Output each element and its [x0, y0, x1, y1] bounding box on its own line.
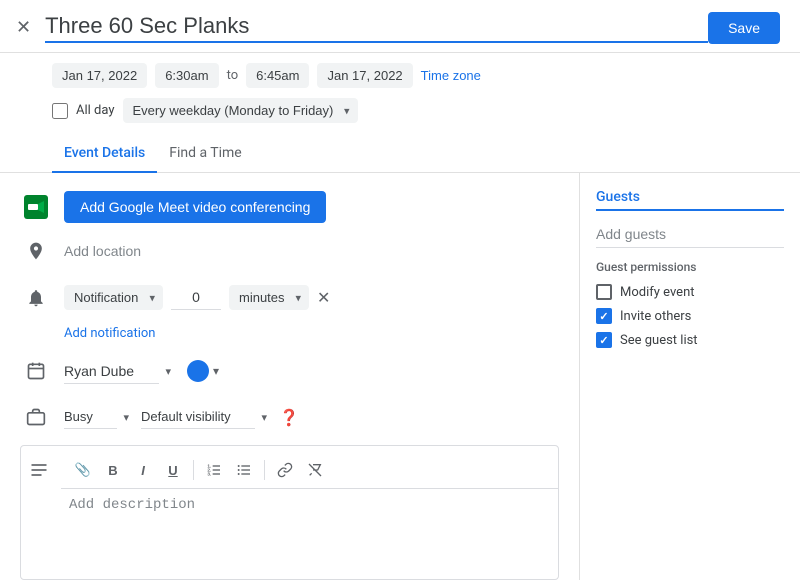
to-label: to — [227, 68, 239, 83]
link-button[interactable] — [271, 456, 299, 484]
notification-unit-select[interactable]: minutes — [229, 285, 309, 310]
briefcase-icon-area — [20, 401, 52, 433]
tab-find-time[interactable]: Find a Time — [157, 135, 254, 173]
remove-format-button[interactable] — [301, 456, 329, 484]
status-row: Busy Default visibility ❓ — [20, 393, 559, 441]
allday-label: All day — [76, 103, 115, 118]
invite-others-checkbox[interactable]: ✓ — [596, 308, 612, 324]
permission-invite-others: ✓ Invite others — [596, 304, 784, 328]
bell-icon-area — [20, 282, 52, 314]
meet-row: Add Google Meet video conferencing — [20, 185, 559, 229]
event-title-input[interactable] — [45, 13, 708, 43]
briefcase-icon — [26, 407, 46, 427]
svg-text:3.: 3. — [207, 471, 211, 476]
permissions-title: Guest permissions — [596, 260, 784, 274]
clear-notification-icon[interactable]: ✕ — [317, 288, 330, 307]
main-content: Add Google Meet video conferencing N — [0, 173, 800, 580]
see-guest-list-checkmark: ✓ — [599, 334, 608, 347]
recurrence-wrapper: Every weekday (Monday to Friday) — [123, 98, 358, 123]
notif-type-wrapper: Notification — [64, 285, 163, 310]
bell-icon — [26, 288, 46, 308]
modify-event-checkbox[interactable] — [596, 284, 612, 300]
unordered-list-button[interactable] — [230, 456, 258, 484]
tab-event-details[interactable]: Event Details — [52, 135, 157, 173]
visibility-wrapper: Default visibility — [141, 405, 271, 429]
modify-event-label: Modify event — [620, 285, 695, 300]
start-date-button[interactable]: Jan 17, 2022 — [52, 63, 147, 88]
toolbar-divider-1 — [193, 460, 194, 480]
allday-row: All day Every weekday (Monday to Friday) — [0, 94, 800, 131]
save-button[interactable]: Save — [708, 12, 780, 44]
description-icon-area — [21, 452, 61, 492]
see-guest-list-checkbox[interactable]: ✓ — [596, 332, 612, 348]
add-meet-button[interactable]: Add Google Meet video conferencing — [64, 191, 326, 223]
guests-title: Guests — [596, 189, 784, 211]
add-guests-input[interactable] — [596, 221, 784, 248]
timezone-button[interactable]: Time zone — [421, 68, 481, 83]
color-picker-button[interactable]: ▾ — [187, 360, 219, 382]
calendar-name-wrapper: Ryan Dube — [64, 359, 175, 384]
permission-see-guest-list: ✓ See guest list — [596, 328, 784, 352]
notif-unit-wrapper: minutes — [229, 285, 309, 310]
left-panel: Add Google Meet video conferencing N — [0, 173, 580, 580]
permission-modify-event: Modify event — [596, 280, 784, 304]
google-meet-icon — [24, 195, 48, 219]
description-toolbar: 📎 B I U 1. 2. 3. — [61, 452, 558, 489]
notification-section-row: Notification minutes ✕ — [20, 273, 559, 322]
attachment-button[interactable]: 📎 — [69, 456, 97, 484]
add-notification-link[interactable]: Add notification — [20, 322, 559, 349]
tabs-row: Event Details Find a Time — [0, 135, 800, 173]
top-bar: ✕ Save — [0, 0, 800, 53]
notification-value-input[interactable] — [171, 285, 221, 310]
remove-format-icon — [307, 462, 323, 478]
invite-others-checkmark: ✓ — [599, 310, 608, 323]
location-input[interactable] — [64, 243, 559, 259]
location-icon — [26, 241, 46, 261]
allday-checkbox[interactable] — [52, 103, 68, 119]
recurrence-select[interactable]: Every weekday (Monday to Friday) — [123, 98, 358, 123]
link-icon — [277, 462, 293, 478]
description-editor: 📎 B I U 1. 2. 3. — [61, 452, 558, 573]
status-wrapper: Busy — [64, 405, 133, 429]
italic-button[interactable]: I — [129, 456, 157, 484]
unordered-list-icon — [236, 462, 252, 478]
close-icon[interactable]: ✕ — [16, 19, 31, 37]
notification-type-select[interactable]: Notification — [64, 285, 163, 310]
end-time-button[interactable]: 6:45am — [246, 63, 309, 88]
start-time-button[interactable]: 6:30am — [155, 63, 218, 88]
invite-others-label: Invite others — [620, 309, 691, 324]
end-date-button[interactable]: Jan 17, 2022 — [317, 63, 412, 88]
location-icon-area — [20, 235, 52, 267]
calendar-icon-area — [20, 355, 52, 387]
color-dot — [187, 360, 209, 382]
calendar-icon — [26, 361, 46, 381]
description-textarea[interactable] — [61, 489, 558, 569]
status-controls: Busy Default visibility ❓ — [64, 399, 299, 435]
status-select[interactable]: Busy — [64, 405, 117, 429]
right-panel: Guests Guest permissions Modify event ✓ … — [580, 173, 800, 580]
bold-button[interactable]: B — [99, 456, 127, 484]
calendar-name-select[interactable]: Ryan Dube — [64, 359, 159, 384]
underline-button[interactable]: U — [159, 456, 187, 484]
see-guest-list-label: See guest list — [620, 333, 698, 348]
color-chevron: ▾ — [213, 364, 219, 378]
help-icon[interactable]: ❓ — [279, 408, 299, 427]
location-row — [20, 229, 559, 273]
notification-controls: Notification minutes ✕ — [64, 279, 330, 316]
visibility-select[interactable]: Default visibility — [141, 405, 255, 429]
calendar-row: Ryan Dube ▾ — [20, 349, 559, 393]
description-row: 📎 B I U 1. 2. 3. — [20, 445, 559, 580]
ordered-list-button[interactable]: 1. 2. 3. — [200, 456, 228, 484]
description-icon — [29, 460, 49, 480]
meet-icon-area — [20, 191, 52, 223]
toolbar-divider-2 — [264, 460, 265, 480]
ordered-list-icon: 1. 2. 3. — [206, 462, 222, 478]
date-row: Jan 17, 2022 6:30am to 6:45am Jan 17, 20… — [0, 53, 800, 94]
